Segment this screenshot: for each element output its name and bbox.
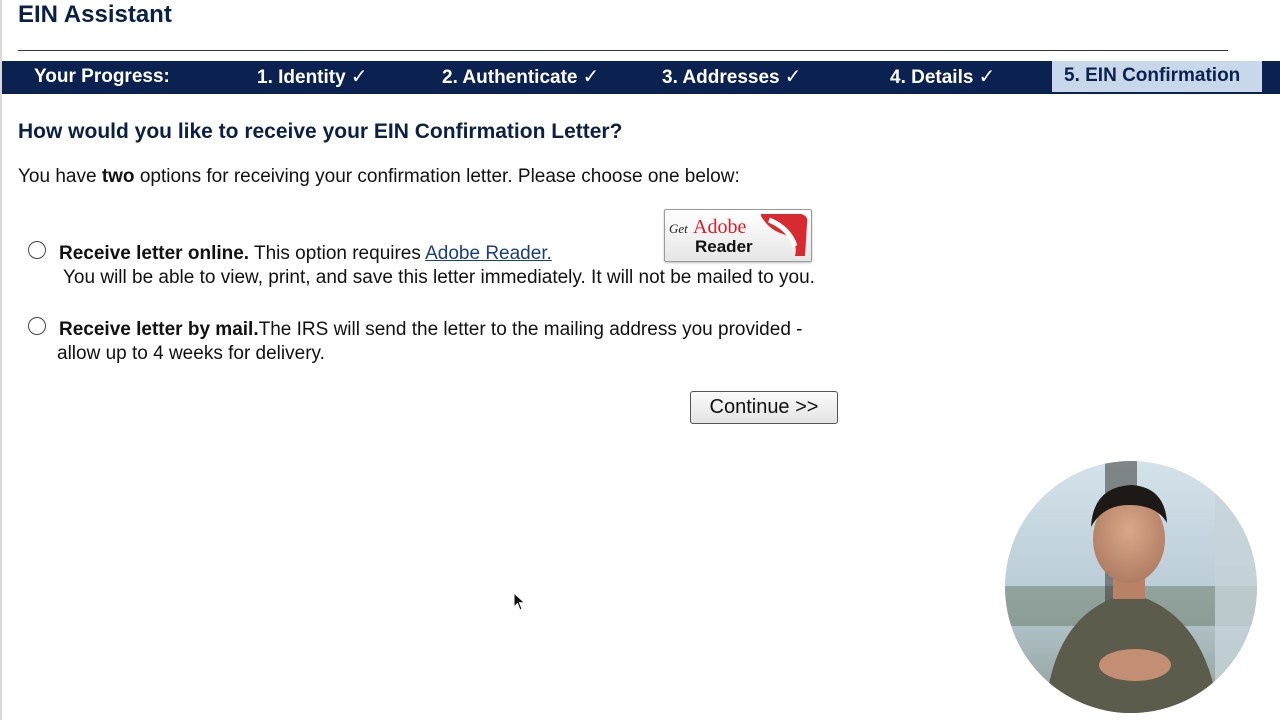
checkmark-icon: ✓ — [582, 66, 600, 88]
intro-text: You have two options for receiving your … — [18, 165, 740, 189]
option-mail-line2: allow up to 4 weeks for delivery. — [57, 343, 325, 364]
radio-receive-mail[interactable] — [28, 317, 46, 335]
step-label: 4. Details — [890, 67, 974, 88]
option-mail-title: Receive letter by mail. — [59, 319, 259, 340]
step-details: 4. Details ✓ — [890, 66, 995, 89]
checkmark-icon: ✓ — [978, 66, 996, 88]
adobe-word: Adobe — [693, 216, 746, 238]
option-online-text: This option requires — [249, 243, 426, 264]
step-addresses: 3. Addresses ✓ — [662, 66, 801, 89]
adobe-reader-graphic: Get Adobe Reader — [665, 210, 811, 261]
option-online-line2: You will be able to view, print, and sav… — [63, 267, 815, 288]
step-label: 3. Addresses — [662, 67, 780, 88]
step-ein-confirmation-current: 5. EIN Confirmation — [1052, 61, 1262, 92]
mouse-pointer-icon — [513, 592, 526, 611]
option-mail-text: The IRS will send the letter to the mail… — [258, 319, 803, 340]
step-label: 2. Authenticate — [442, 67, 578, 88]
checkmark-icon: ✓ — [784, 66, 802, 88]
adobe-reader-logo[interactable]: Get Adobe Reader — [664, 209, 812, 262]
option-online-title: Receive letter online. — [59, 243, 250, 264]
checkmark-icon: ✓ — [350, 66, 368, 88]
step-label: 1. Identity — [257, 67, 346, 88]
page-question: How would you like to receive your EIN C… — [18, 120, 623, 143]
step-authenticate: 2. Authenticate ✓ — [442, 66, 599, 89]
progress-bar: Your Progress: 1. Identity ✓ 2. Authentic… — [2, 61, 1280, 94]
step-identity: 1. Identity ✓ — [257, 66, 367, 89]
presenter-webcam-overlay — [1005, 461, 1257, 713]
intro-bold: two — [101, 166, 135, 187]
page-left-border — [0, 0, 2, 720]
continue-button[interactable]: Continue >> — [690, 391, 838, 424]
intro-after: options for receiving your confirmation … — [134, 166, 740, 187]
radio-receive-online[interactable] — [28, 241, 46, 259]
option-mail-line1: Receive letter by mail.The IRS will send… — [59, 318, 803, 342]
reader-word: Reader — [695, 237, 753, 256]
step-label: 5. EIN Confirmation — [1064, 65, 1241, 86]
progress-label: Your Progress: — [34, 66, 170, 87]
app-title: EIN Assistant — [18, 1, 172, 28]
adobe-get: Get — [669, 221, 688, 236]
option-online-line1: Receive letter online. This option requi… — [59, 242, 552, 266]
title-divider — [18, 50, 1228, 51]
presenter-video — [1005, 461, 1257, 713]
intro-before: You have — [18, 166, 102, 187]
adobe-reader-link[interactable]: Adobe Reader. — [425, 243, 552, 264]
